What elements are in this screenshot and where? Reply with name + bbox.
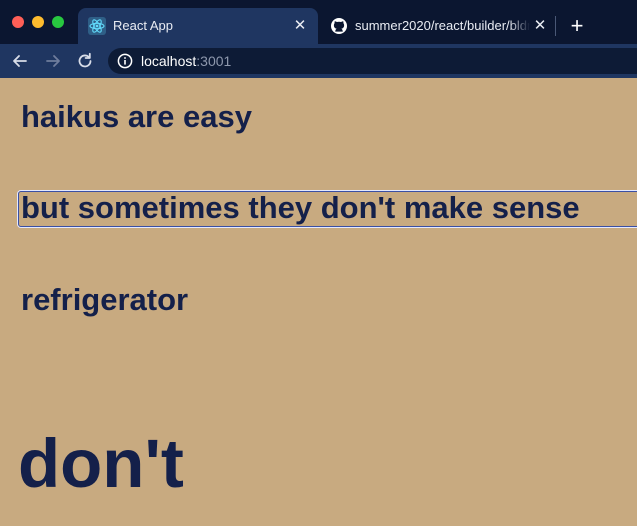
close-tab-icon[interactable]: ✕ xyxy=(531,17,549,35)
haiku-line-1: haikus are easy xyxy=(21,99,252,134)
reload-icon[interactable] xyxy=(75,51,95,71)
react-icon xyxy=(88,17,106,35)
tab-github[interactable]: summer2020/react/builder/bldr ✕ xyxy=(320,8,552,44)
tab-strip: React App ✕ summer2020/react/builder/bld… xyxy=(0,0,637,44)
url-port: :3001 xyxy=(196,53,232,69)
forward-arrow-icon[interactable] xyxy=(43,51,63,71)
close-window-button[interactable] xyxy=(12,16,24,28)
zoom-window-button[interactable] xyxy=(52,16,64,28)
tab-separator xyxy=(555,16,556,36)
tab-react-app[interactable]: React App ✕ xyxy=(78,8,318,44)
minimize-window-button[interactable] xyxy=(32,16,44,28)
tab-title: summer2020/react/builder/bldr xyxy=(355,18,530,33)
back-arrow-icon[interactable] xyxy=(10,51,30,71)
github-icon xyxy=(330,17,348,35)
haiku-line-3: refrigerator xyxy=(21,282,189,317)
tab-title: React App xyxy=(113,18,173,33)
big-word-heading: don't xyxy=(18,425,184,502)
url-host: localhost xyxy=(141,53,197,69)
url-text: localhost:3001 xyxy=(141,52,231,70)
page-content: haikus are easy but sometimes they don't… xyxy=(0,78,637,526)
haiku-line-2[interactable]: but sometimes they don't make sense xyxy=(21,189,580,227)
browser-window: React App ✕ summer2020/react/builder/bld… xyxy=(0,0,637,526)
address-bar[interactable]: localhost:3001 xyxy=(108,48,637,74)
new-tab-button[interactable]: + xyxy=(566,15,588,37)
info-icon[interactable] xyxy=(117,53,133,69)
browser-toolbar: localhost:3001 xyxy=(0,44,637,78)
close-tab-icon[interactable]: ✕ xyxy=(291,17,309,35)
